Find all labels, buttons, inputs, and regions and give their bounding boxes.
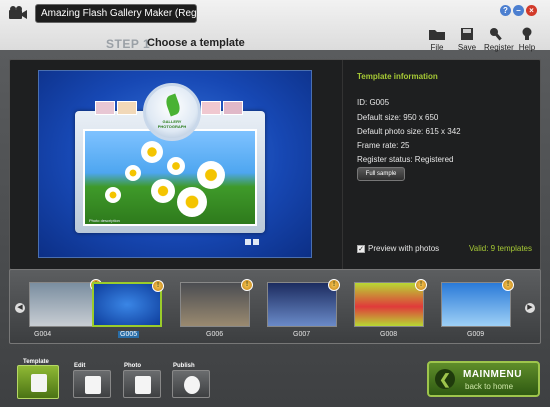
step-label: STEP 1 bbox=[106, 37, 151, 51]
publish-icon bbox=[184, 376, 200, 394]
badge-line2: PHOTOGRAPH bbox=[157, 124, 187, 129]
daisy-flower bbox=[125, 165, 141, 181]
template-thumb-g004[interactable]: ! bbox=[29, 279, 102, 327]
thumbnail-tab bbox=[201, 101, 221, 115]
back-arrow-icon: ❮ bbox=[435, 369, 455, 389]
register-label: Register bbox=[484, 43, 514, 52]
folder-icon bbox=[429, 30, 445, 40]
preview-nav-arrows-icon bbox=[245, 239, 259, 245]
nav-publish-label: Publish bbox=[173, 363, 195, 369]
template-id: ID: G005 bbox=[357, 98, 390, 107]
template-name: G007 bbox=[293, 331, 311, 338]
daisy-flower bbox=[105, 187, 121, 203]
thumbnail-tab bbox=[95, 101, 115, 115]
back-to-home-label: back to home bbox=[465, 382, 514, 391]
template-thumb-g007[interactable]: ! bbox=[267, 279, 340, 327]
nav-photo-label: Photo bbox=[124, 363, 141, 369]
nav-template-button[interactable] bbox=[17, 365, 59, 399]
thumbnail-tab bbox=[117, 101, 137, 115]
edit-icon bbox=[85, 376, 101, 394]
save-button[interactable]: Save bbox=[454, 27, 480, 52]
full-sample-button[interactable]: Full sample bbox=[357, 167, 405, 181]
lock-icon: ! bbox=[152, 280, 164, 292]
default-photo-size: Default photo size: 615 x 342 bbox=[357, 127, 461, 136]
save-icon bbox=[461, 28, 473, 40]
mainmenu-button[interactable]: ❮ MAINMENU back to home bbox=[427, 361, 540, 397]
template-thumb-g006[interactable]: ! bbox=[180, 279, 253, 327]
help-window-icon[interactable]: ? bbox=[500, 5, 511, 16]
help-button[interactable]: Help bbox=[514, 27, 540, 52]
window-title: Amazing Flash Gallery Maker (Registered) bbox=[35, 4, 197, 23]
register-status: Register status: Registered bbox=[357, 155, 454, 164]
gallery-badge: GALLERY PHOTOGRAPH bbox=[143, 83, 201, 141]
template-thumb-g009[interactable]: ! bbox=[441, 279, 514, 327]
template-name: G008 bbox=[380, 331, 398, 338]
save-label: Save bbox=[457, 43, 477, 52]
preview-with-photos-checkbox[interactable]: ✓ bbox=[357, 245, 365, 253]
leaf-icon bbox=[163, 93, 183, 117]
lock-icon: ! bbox=[328, 279, 340, 291]
nav-photo-button[interactable] bbox=[123, 370, 161, 398]
close-button[interactable]: × bbox=[526, 5, 537, 16]
camera-icon bbox=[9, 6, 27, 19]
file-button[interactable]: File bbox=[424, 27, 450, 52]
photo-icon bbox=[135, 376, 151, 394]
daisy-flower bbox=[167, 157, 185, 175]
template-name: G006 bbox=[206, 331, 224, 338]
template-name: G009 bbox=[467, 331, 485, 338]
frame-rate: Frame rate: 25 bbox=[357, 141, 410, 150]
preview-with-photos-label: Preview with photos bbox=[368, 244, 440, 253]
default-size: Default size: 950 x 650 bbox=[357, 113, 439, 122]
register-button[interactable]: Register bbox=[484, 27, 514, 52]
photo-caption: Photo description bbox=[89, 218, 120, 223]
mainmenu-label: MAINMENU bbox=[463, 369, 522, 380]
key-icon bbox=[490, 28, 502, 41]
info-title: Template information bbox=[357, 72, 438, 81]
template-info: Template information ID: G005 Default si… bbox=[342, 60, 542, 269]
daisy-flower bbox=[197, 161, 225, 189]
daisy-flower bbox=[151, 179, 175, 203]
thumbnail-tab bbox=[223, 101, 243, 115]
template-thumb-g005[interactable]: ! bbox=[92, 280, 164, 327]
template-name: G004 bbox=[34, 331, 52, 338]
valid-templates: Valid: 9 templates bbox=[469, 244, 532, 253]
daisy-flower bbox=[177, 187, 207, 217]
scroll-left-icon[interactable]: ◀ bbox=[15, 303, 25, 313]
nav-edit-label: Edit bbox=[74, 363, 86, 369]
template-name-selected: G005 bbox=[118, 331, 140, 338]
template-icon bbox=[31, 374, 47, 392]
lock-icon: ! bbox=[415, 279, 427, 291]
help-label: Help bbox=[518, 43, 536, 52]
lock-icon: ! bbox=[502, 279, 514, 291]
lightbulb-icon bbox=[522, 27, 532, 40]
template-thumb-g008[interactable]: ! bbox=[354, 279, 427, 327]
preview-photo bbox=[83, 129, 257, 226]
template-preview: GALLERY PHOTOGRAPH Photo description bbox=[38, 70, 312, 258]
file-label: File bbox=[430, 43, 444, 52]
nav-edit-button[interactable] bbox=[73, 370, 111, 398]
daisy-flower bbox=[141, 141, 163, 163]
template-strip: ◀ ! G004 ! G005 ! G006 ! G007 ! G008 ! G… bbox=[9, 269, 541, 344]
title-bar: Amazing Flash Gallery Maker (Registered)… bbox=[0, 0, 550, 26]
minimize-button[interactable]: – bbox=[513, 5, 524, 16]
step-title: Choose a template bbox=[147, 37, 245, 49]
template-panel: GALLERY PHOTOGRAPH Photo description Tem… bbox=[9, 59, 541, 270]
scroll-right-icon[interactable]: ▶ bbox=[525, 303, 535, 313]
lock-icon: ! bbox=[241, 279, 253, 291]
nav-publish-button[interactable] bbox=[172, 370, 210, 398]
app-window: Amazing Flash Gallery Maker (Registered)… bbox=[0, 0, 550, 407]
